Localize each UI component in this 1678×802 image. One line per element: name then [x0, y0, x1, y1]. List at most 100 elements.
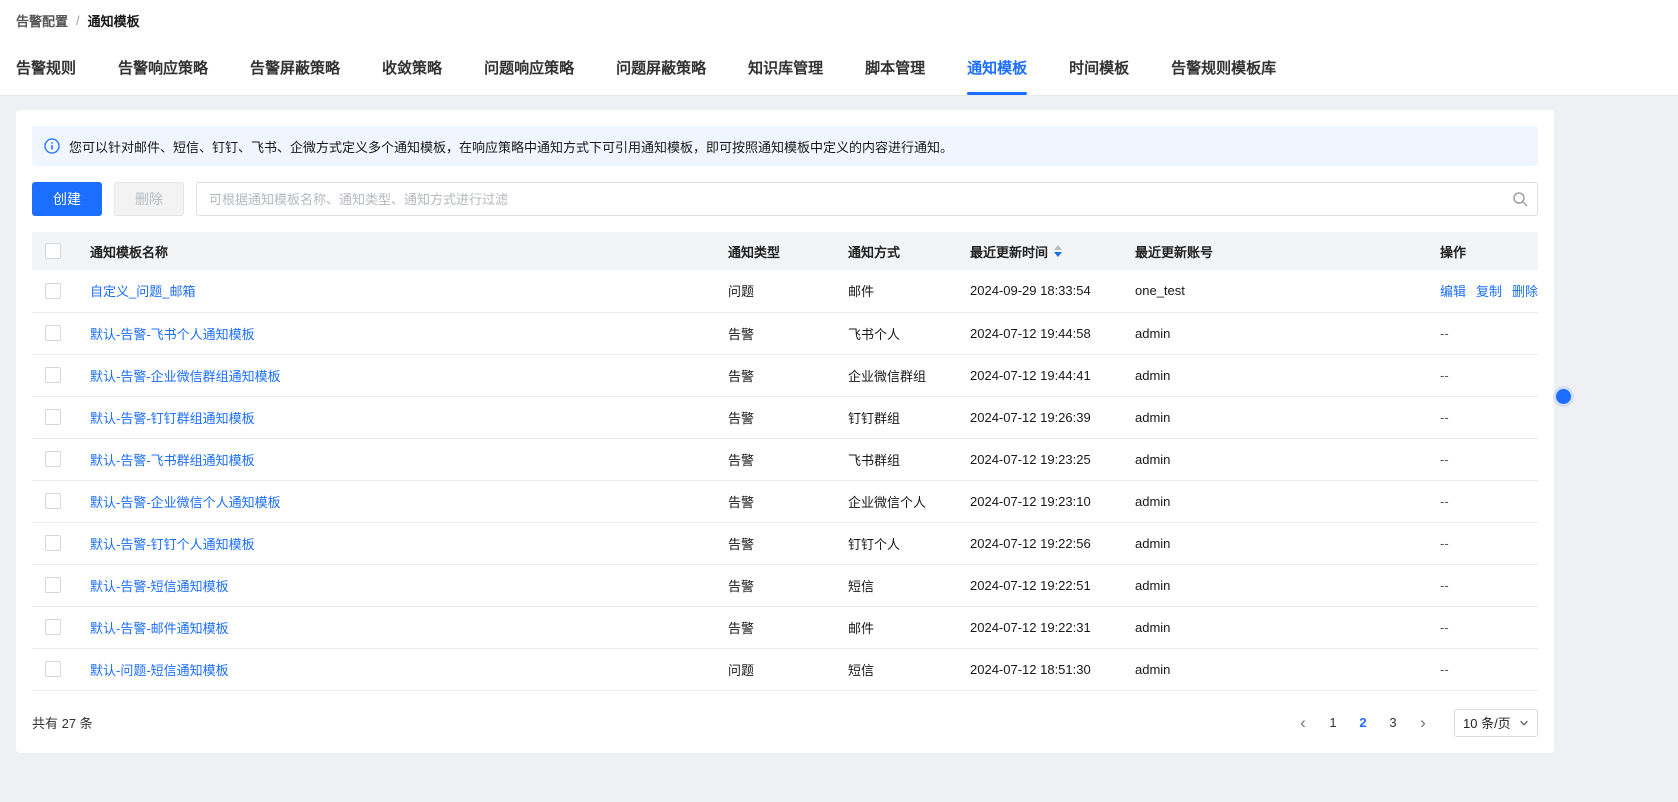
row-action-link[interactable]: 编辑 [1440, 284, 1466, 299]
cell-template-name: 默认-告警-邮件通知模板 [90, 606, 728, 649]
page-size-select[interactable]: 10 条/页 [1454, 708, 1538, 737]
no-actions-placeholder: -- [1440, 661, 1449, 677]
cell-notify-method: 短信 [848, 648, 970, 691]
breadcrumb: 告警配置 / 通知模板 [0, 0, 1678, 40]
cell-updated-account: admin [1135, 606, 1440, 649]
cell-actions: -- [1440, 606, 1538, 649]
cell-notify-type: 告警 [728, 312, 848, 355]
template-name-link[interactable]: 默认-问题-短信通知模板 [90, 663, 229, 678]
template-name-link[interactable]: 默认-告警-邮件通知模板 [90, 621, 229, 636]
page-number-2[interactable]: 2 [1350, 709, 1376, 737]
prev-page-button[interactable]: ‹ [1290, 709, 1316, 737]
cell-actions: -- [1440, 354, 1538, 397]
cell-updated-time: 2024-07-12 18:51:30 [970, 648, 1135, 691]
template-name-link[interactable]: 自定义_问题_邮箱 [90, 284, 195, 299]
column-header: 通知类型 [728, 232, 848, 270]
page-number-3[interactable]: 3 [1380, 709, 1406, 737]
cell-notify-method: 钉钉个人 [848, 522, 970, 565]
cell-notify-type: 告警 [728, 564, 848, 607]
tab-item-10[interactable]: 告警规则模板库 [1171, 40, 1276, 95]
row-checkbox-cell [32, 312, 90, 355]
column-header-label: 通知类型 [728, 244, 781, 260]
template-name-link[interactable]: 默认-告警-飞书个人通知模板 [90, 327, 255, 342]
row-checkbox[interactable] [45, 409, 61, 426]
sort-caret-icon[interactable] [1054, 245, 1063, 257]
select-all-checkbox[interactable] [45, 243, 61, 260]
cell-template-name: 默认-问题-短信通知模板 [90, 648, 728, 691]
template-name-link[interactable]: 默认-告警-企业微信个人通知模板 [90, 495, 281, 510]
column-header-label: 通知方式 [848, 244, 901, 260]
table-row: 默认-告警-飞书群组通知模板 告警 飞书群组 2024-07-12 19:23:25 a… [32, 438, 1538, 481]
cell-template-name: 默认-告警-钉钉个人通知模板 [90, 522, 728, 565]
cell-updated-account: admin [1135, 564, 1440, 607]
row-checkbox[interactable] [45, 493, 61, 510]
cell-updated-time: 2024-07-12 19:26:39 [970, 396, 1135, 439]
info-banner: 您可以针对邮件、短信、钉钉、飞书、企微方式定义多个通知模板，在响应策略中通知方式… [32, 126, 1538, 166]
cell-notify-type: 告警 [728, 606, 848, 649]
cell-actions: -- [1440, 564, 1538, 607]
row-checkbox-cell [32, 354, 90, 397]
row-checkbox-cell [32, 438, 90, 481]
row-action-link[interactable]: 删除 [1512, 284, 1538, 299]
template-name-link[interactable]: 默认-告警-企业微信群组通知模板 [90, 369, 281, 384]
table-row: 默认-问题-短信通知模板 问题 短信 2024-07-12 18:51:30 admin… [32, 648, 1538, 691]
no-actions-placeholder: -- [1440, 493, 1449, 509]
tab-item-8[interactable]: 通知模板 [967, 40, 1028, 95]
row-checkbox[interactable] [45, 577, 61, 594]
create-button[interactable]: 创建 [32, 182, 102, 216]
row-checkbox[interactable] [45, 283, 61, 300]
row-checkbox[interactable] [45, 661, 61, 678]
cell-actions: -- [1440, 480, 1538, 523]
cell-actions: -- [1440, 648, 1538, 691]
tab-item-3[interactable]: 收敛策略 [382, 40, 442, 95]
row-action-link[interactable]: 复制 [1476, 284, 1502, 299]
cell-notify-method: 飞书群组 [848, 438, 970, 481]
column-header[interactable]: 最近更新时间 [970, 232, 1135, 270]
column-header: 操作 [1440, 232, 1538, 270]
next-page-button[interactable]: › [1410, 709, 1436, 737]
content-area: 您可以针对邮件、短信、钉钉、飞书、企微方式定义多个通知模板，在响应策略中通知方式… [0, 96, 1678, 802]
row-checkbox[interactable] [45, 451, 61, 468]
tab-item-5[interactable]: 问题屏蔽策略 [616, 40, 706, 95]
search-input[interactable] [196, 182, 1538, 216]
template-name-link[interactable]: 默认-告警-钉钉个人通知模板 [90, 537, 255, 552]
info-icon [44, 138, 60, 154]
cell-notify-method: 短信 [848, 564, 970, 607]
row-checkbox[interactable] [45, 325, 61, 342]
template-name-link[interactable]: 默认-告警-钉钉群组通知模板 [90, 411, 255, 426]
row-checkbox-cell [32, 480, 90, 523]
row-checkbox-cell [32, 522, 90, 565]
cell-updated-time: 2024-09-29 18:33:54 [970, 270, 1135, 313]
column-header-label: 最近更新账号 [1135, 244, 1214, 260]
row-checkbox[interactable] [45, 367, 61, 384]
search-box [196, 182, 1538, 216]
drawer-handle[interactable] [1556, 389, 1571, 404]
tab-item-9[interactable]: 时间模板 [1069, 40, 1129, 95]
tab-item-7[interactable]: 脚本管理 [865, 40, 925, 95]
tab-item-6[interactable]: 知识库管理 [748, 40, 823, 95]
template-name-link[interactable]: 默认-告警-短信通知模板 [90, 579, 229, 594]
tab-item-2[interactable]: 告警屏蔽策略 [250, 40, 340, 95]
no-actions-placeholder: -- [1440, 577, 1449, 593]
table-row: 自定义_问题_邮箱 问题 邮件 2024-09-29 18:33:54 one_test… [32, 270, 1538, 313]
cell-actions: -- [1440, 522, 1538, 565]
tab-item-1[interactable]: 告警响应策略 [118, 40, 208, 95]
tab-item-4[interactable]: 问题响应策略 [484, 40, 574, 95]
row-checkbox[interactable] [45, 619, 61, 636]
cell-notify-type: 告警 [728, 480, 848, 523]
column-header-label: 操作 [1440, 244, 1467, 260]
tab-item-0[interactable]: 告警规则 [16, 40, 76, 95]
search-icon[interactable] [1512, 191, 1528, 207]
column-header-label: 通知模板名称 [90, 244, 169, 260]
row-checkbox-cell [32, 396, 90, 439]
banner-text: 您可以针对邮件、短信、钉钉、飞书、企微方式定义多个通知模板，在响应策略中通知方式… [69, 139, 954, 155]
breadcrumb-parent[interactable]: 告警配置 [16, 11, 68, 30]
delete-button[interactable]: 删除 [114, 182, 184, 216]
page-number-1[interactable]: 1 [1320, 709, 1346, 737]
template-name-link[interactable]: 默认-告警-飞书群组通知模板 [90, 453, 255, 468]
table-body: 自定义_问题_邮箱 问题 邮件 2024-09-29 18:33:54 one_test… [32, 270, 1538, 691]
cell-notify-type: 告警 [728, 438, 848, 481]
cell-template-name: 默认-告警-企业微信个人通知模板 [90, 480, 728, 523]
cell-actions: -- [1440, 396, 1538, 439]
row-checkbox[interactable] [45, 535, 61, 552]
